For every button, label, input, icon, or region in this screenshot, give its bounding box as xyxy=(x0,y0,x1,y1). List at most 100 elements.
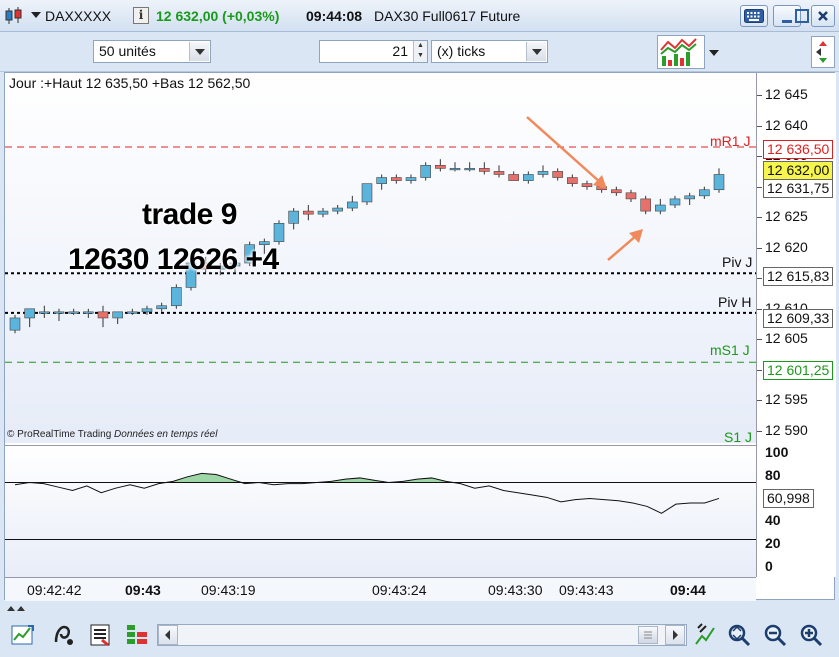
candle[interactable] xyxy=(288,208,299,230)
candle[interactable] xyxy=(655,198,666,215)
zoom-in-icon[interactable] xyxy=(798,622,824,648)
candle[interactable] xyxy=(420,162,431,181)
symbol-name[interactable]: DAXXXXX xyxy=(45,0,111,32)
price-chart[interactable]: Jour :+Haut 12 635,50 +Bas 12 562,50 © P… xyxy=(5,73,756,443)
candle[interactable] xyxy=(611,186,622,196)
candle[interactable] xyxy=(97,305,109,328)
current-price-marker: 12 631,75 xyxy=(763,179,834,198)
stepper-arrows[interactable]: ▲ ▼ xyxy=(413,41,427,62)
candle[interactable] xyxy=(625,189,637,202)
piv-j-label: Piv J xyxy=(722,254,753,270)
chart-settings-icon[interactable] xyxy=(692,622,718,648)
price-tick-label: 12 595 xyxy=(765,391,808,408)
chart-side-panel-button[interactable] xyxy=(811,36,835,68)
price-tick xyxy=(757,217,762,219)
candle[interactable] xyxy=(376,174,387,190)
candle[interactable] xyxy=(405,174,417,184)
close-icon[interactable] xyxy=(811,5,835,27)
candle[interactable] xyxy=(156,302,167,312)
candle[interactable] xyxy=(684,192,695,205)
candle[interactable] xyxy=(391,174,402,184)
title-bar: DAXXXXX i 12 632,00 (+0,03%) 09:44:08 DA… xyxy=(0,0,839,32)
candle[interactable] xyxy=(581,180,593,190)
candle[interactable] xyxy=(449,162,461,172)
indicators-button[interactable] xyxy=(657,35,705,69)
time-label: 09:43:43 xyxy=(559,582,614,598)
depth-of-market-icon[interactable] xyxy=(124,622,150,648)
candle[interactable] xyxy=(68,308,79,315)
restore-icon[interactable] xyxy=(791,5,813,27)
chart-toolbar: 50 unités 21 ▲ ▼ (x) ticks xyxy=(0,32,839,72)
candle[interactable] xyxy=(699,186,710,199)
candle[interactable] xyxy=(537,165,549,178)
candle[interactable] xyxy=(361,183,373,205)
candle[interactable] xyxy=(640,195,651,215)
candle[interactable] xyxy=(669,195,681,209)
candle[interactable] xyxy=(479,162,490,175)
candle[interactable] xyxy=(713,168,725,193)
zoom-out-icon[interactable] xyxy=(762,622,788,648)
candle[interactable] xyxy=(508,171,519,181)
candle[interactable] xyxy=(24,308,35,328)
keyboard-icon[interactable] xyxy=(740,5,768,27)
last-price-marker: 12 632,00 xyxy=(763,161,834,180)
price-tick xyxy=(757,186,762,188)
horizontal-scrollbar[interactable] xyxy=(157,624,687,646)
price-tick xyxy=(757,95,762,97)
price-tick-label: 12 645 xyxy=(765,86,808,103)
price-tick xyxy=(757,156,762,158)
candle[interactable] xyxy=(523,171,534,184)
price-axis[interactable]: 12 64512 64012 63512 63012 62512 62012 6… xyxy=(756,73,836,577)
oscillator-value: 60,998 xyxy=(763,489,814,508)
candle[interactable] xyxy=(464,162,475,172)
oscillator-tick-label: 0 xyxy=(765,558,773,574)
orders-list-icon[interactable] xyxy=(88,622,114,648)
ticks-stepper[interactable]: 21 ▲ ▼ xyxy=(319,40,428,63)
chevron-down-icon[interactable] xyxy=(526,42,546,61)
overbought-area xyxy=(158,473,461,483)
candle[interactable] xyxy=(171,284,182,309)
candle[interactable] xyxy=(347,195,358,212)
candle[interactable] xyxy=(567,174,578,187)
alert-icon[interactable] xyxy=(50,622,76,648)
price-tick-label: 12 620 xyxy=(765,238,808,255)
chevron-down-icon[interactable] xyxy=(189,42,209,61)
price-tick-label: 12 605 xyxy=(765,330,808,347)
piv-h-value: 12 609,33 xyxy=(763,309,834,328)
candle[interactable] xyxy=(127,308,138,315)
candle[interactable] xyxy=(435,159,446,172)
ticks-unit-select[interactable]: (x) ticks xyxy=(431,40,548,63)
candle[interactable] xyxy=(493,165,505,178)
oscillator-plot[interactable] xyxy=(5,446,756,577)
candle[interactable] xyxy=(552,168,563,181)
candle[interactable] xyxy=(83,308,94,318)
line-chart-icon[interactable] xyxy=(10,622,36,648)
candlestick-icon[interactable] xyxy=(4,6,24,26)
candle[interactable] xyxy=(9,314,21,334)
candle[interactable] xyxy=(303,205,314,221)
indicator-chart-icon xyxy=(660,38,697,66)
units-select[interactable]: 50 unités xyxy=(93,40,211,63)
last-price: 12 632,00 (+0,03%) xyxy=(156,8,280,24)
candle[interactable] xyxy=(317,208,329,218)
scroll-right-button[interactable] xyxy=(665,625,685,645)
scroll-left-button[interactable] xyxy=(158,625,178,645)
chevron-down-icon[interactable] xyxy=(709,50,719,56)
oscillator-panel[interactable] xyxy=(5,445,756,577)
candle[interactable] xyxy=(53,308,65,321)
candle[interactable] xyxy=(39,305,50,318)
time-axis[interactable]: 09:42:42 09:43 09:43:19 09:43:24 09:43:30 09:… xyxy=(5,577,756,601)
price-tick-label: 12 640 xyxy=(765,116,808,133)
info-icon[interactable]: i xyxy=(133,7,149,24)
candle[interactable] xyxy=(332,205,343,215)
candle[interactable] xyxy=(273,220,285,245)
time-label: 09:43:19 xyxy=(201,582,256,598)
trade-annotation-values: 12630 12626 +4 xyxy=(68,243,279,276)
prorealtime-window: DAXXXXX i 12 632,00 (+0,03%) 09:44:08 DA… xyxy=(0,0,839,657)
candle[interactable] xyxy=(112,311,123,325)
scroll-thumb[interactable] xyxy=(638,626,658,644)
zoom-fit-icon[interactable] xyxy=(726,622,752,648)
chevron-down-icon[interactable] xyxy=(31,12,41,18)
price-tick xyxy=(757,400,762,402)
price-tick-label: 12 590 xyxy=(765,421,808,438)
